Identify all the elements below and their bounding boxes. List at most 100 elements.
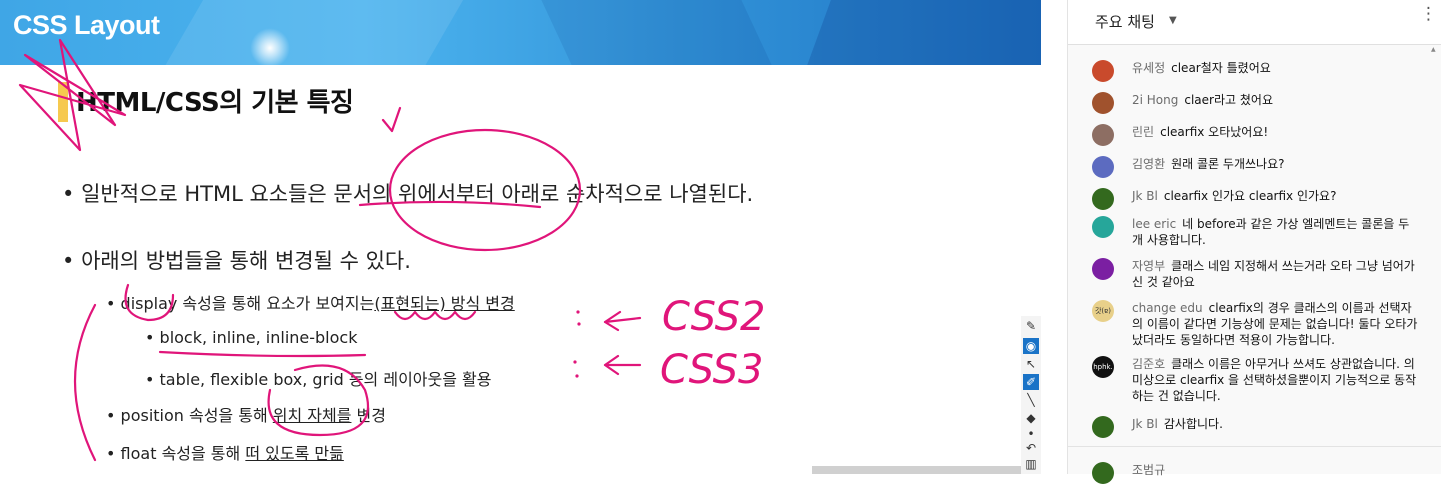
bullet-item: • 일반적으로 HTML 요소들은 문서의 위에서부터 아래로 순차적으로 나열… [62,178,753,208]
bullet-glyph: • [106,406,116,425]
sub-sub-bullet-text: table, flexible box, grid 등의 레이아웃을 활용 [159,370,492,389]
highlighter-icon[interactable]: ✐ [1023,374,1039,390]
eraser-icon[interactable]: ◆ [1023,410,1039,426]
bullet-text: 일반적으로 HTML 요소들은 문서의 위에서부터 아래로 순차적으로 나열된다… [81,182,754,206]
chat-text: claer라고 쳤어요 [1184,93,1273,107]
chat-message: 린린 clearfix 오타났어요! [1092,124,1422,146]
ink-label-css3: CSS3 [660,347,763,393]
bullet-glyph: • [106,294,116,313]
ink-label-css2: CSS2 [662,294,765,340]
sub-bullet-text: 변경 [351,406,386,425]
chat-message-body: 린린 clearfix 오타났어요! [1132,124,1422,140]
presentation-slide: CSS Layout HTML/CSS의 기본 특징 • 일반적으로 HTML … [0,0,1041,474]
chat-message-body: 2i Hong claer라고 쳤어요 [1132,92,1422,108]
sub-bullet-text: position 속성을 통해 [120,406,273,425]
ink-dot [575,374,579,378]
avatar[interactable]: 갓(ɐ) [1092,300,1114,322]
chat-text: 감사합니다. [1163,417,1223,431]
avatar[interactable] [1092,258,1114,280]
video-thumbnail-strip [812,466,1022,474]
avatar[interactable] [1092,416,1114,438]
chat-author: Jk Bl [1132,417,1158,431]
chat-author: 유세정 [1132,61,1166,75]
banner-title: CSS Layout [13,10,160,40]
chat-message-body: 유세정 clear철자 틀렸어요 [1132,60,1422,76]
chat-author: Jk Bl [1132,189,1158,203]
banner-shape [798,0,1041,65]
sub-bullet-item: • position 속성을 통해 위치 자체를 변경 [106,402,386,426]
chat-text: 클래스 이름은 아무거나 쓰셔도 상관없습니다. 의미상으로 clearfix … [1132,357,1417,403]
panel-gap [1041,0,1067,474]
chat-author: 린린 [1132,125,1155,139]
slide-banner: CSS Layout [0,0,1041,65]
sub-bullet-item: • float 속성을 통해 떠 있도록 만듦 [106,440,344,464]
ink-check [381,106,402,133]
ink-dot [576,310,580,314]
chat-message-body: Jk Bl 감사합니다. [1132,416,1422,432]
sub-bullet-underlined: 위치 자체를 [272,406,352,425]
avatar[interactable] [1092,124,1114,146]
ink-arrow [603,310,642,332]
select-arrow-icon[interactable]: ↖ [1023,356,1039,372]
chat-message: 유세정 clear철자 틀렸어요 [1092,60,1422,82]
chat-author: lee eric [1132,217,1177,231]
bullet-glyph: • [62,249,75,273]
chat-message-body: 김영환 원래 콜론 두개쓰나요? [1132,156,1422,172]
heading-accent-bar [58,82,68,122]
chat-message-body: 조범규 [1132,462,1422,478]
bullet-glyph: • [106,444,116,463]
avatar[interactable] [1092,156,1114,178]
chat-message: hphk. 김준호 클래스 이름은 아무거나 쓰셔도 상관없습니다. 의미상으로 c… [1092,356,1422,404]
ink-bracket [74,303,97,462]
undo-icon[interactable]: ↶ [1023,440,1039,456]
chat-author: change edu [1132,301,1203,315]
chat-message-body: change edu clearfix의 경우 클래스의 이름과 선택자의 이름이… [1132,300,1422,348]
chat-message: lee eric 네 before과 같은 가상 엘레멘트는 콜론을 두 개 사용… [1092,216,1422,248]
bullet-glyph: • [62,182,75,206]
chat-message: 김영환 원래 콜론 두개쓰나요? [1092,156,1422,178]
scroll-up-icon[interactable]: ▲ [1431,46,1436,53]
banner-shape [145,0,475,65]
line-icon[interactable]: ╲ [1023,392,1039,408]
ink-arrow [603,354,642,376]
chat-author: 자영부 [1132,259,1166,273]
chat-message: 자영부 클래스 네임 지정해서 쓰는거라 오타 그냥 넘어가신 것 같아요 [1092,258,1422,290]
chat-text: clearfix 오타났어요! [1160,125,1269,139]
avatar[interactable] [1092,92,1114,114]
chat-message: Jk Bl clearfix 인가요 clearfix 인가요? [1092,188,1422,210]
chat-text: 클래스 네임 지정해서 쓰는거라 오타 그냥 넘어가신 것 같아요 [1132,259,1415,289]
avatar[interactable] [1092,216,1114,238]
sub-bullet-underlined: (표현되는) 방식 변경 [374,294,515,313]
chat-text: clear철자 틀렸어요 [1171,61,1271,75]
chat-panel: 주요 채팅 ▼ ⋮ 유세정 clear철자 틀렸어요 2i Hong claer라고 … [1067,0,1441,484]
chevron-down-icon[interactable]: ▼ [1169,15,1177,26]
more-options-icon[interactable]: ⋮ [1420,6,1437,23]
chat-message-body: Jk Bl clearfix 인가요 clearfix 인가요? [1132,188,1422,204]
chat-message: 갓(ɐ) change edu clearfix의 경우 클래스의 이름과 선택자의… [1092,300,1422,348]
sub-sub-bullet-item: • table, flexible box, grid 등의 레이아웃을 활용 [145,366,491,390]
avatar[interactable] [1092,60,1114,82]
eye-icon[interactable]: ◉ [1023,338,1039,354]
sub-sub-bullet-text: block, inline, inline-block [159,328,358,347]
avatar[interactable] [1092,462,1114,484]
sub-sub-bullet-item: • block, inline, inline-block [145,328,357,347]
trash-icon[interactable]: ▥ [1023,456,1039,472]
chat-message: 조범규 [1092,462,1422,484]
bullet-item: • 아래의 방법들을 통해 변경될 수 있다. [62,245,411,275]
sub-bullet-underlined: 떠 있도록 만듦 [245,444,344,463]
bullet-text: 아래의 방법들을 통해 변경될 수 있다. [81,249,411,273]
chat-author: 김준호 [1132,357,1166,371]
chat-author: 김영환 [1132,157,1166,171]
chat-mode-title[interactable]: 주요 채팅 [1095,11,1155,32]
avatar[interactable]: hphk. [1092,356,1114,378]
ink-dot [577,322,581,326]
avatar[interactable] [1092,188,1114,210]
banner-shape [536,0,784,65]
sub-bullet-text: float 속성을 통해 [120,444,246,463]
pen-tool-icon[interactable]: ✎ [1023,318,1039,334]
chat-divider [1068,446,1441,447]
chat-message-body: 자영부 클래스 네임 지정해서 쓰는거라 오타 그냥 넘어가신 것 같아요 [1132,258,1422,290]
chat-message: Jk Bl 감사합니다. [1092,416,1422,438]
slide-heading: HTML/CSS의 기본 특징 [76,88,354,118]
ink-dot [573,360,577,364]
